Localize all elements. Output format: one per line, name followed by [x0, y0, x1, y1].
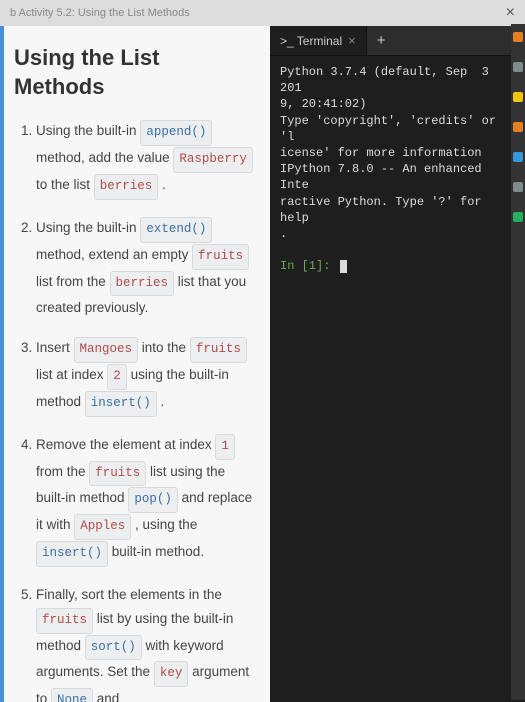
sidebar-icon[interactable] — [513, 212, 523, 222]
tab-close-icon[interactable]: × — [348, 33, 356, 48]
sidebar-icon[interactable] — [513, 182, 523, 192]
sidebar-icon[interactable] — [513, 62, 523, 72]
code-token: insert() — [85, 391, 157, 417]
code-token: append() — [140, 120, 212, 146]
code-token: sort() — [85, 635, 142, 661]
steps-list: Using the built-in append() method, add … — [14, 119, 254, 702]
terminal-tabbar: >_ Terminal × + — [270, 26, 525, 56]
terminal-icon-label: >_ Terminal — [280, 34, 342, 48]
plus-icon: + — [377, 32, 386, 49]
code-token: fruits — [192, 244, 249, 270]
list-item: Remove the element at index 1 from the f… — [36, 433, 254, 567]
main-area: Using the List Methods Using the built-i… — [0, 26, 525, 702]
right-sidebar — [511, 24, 525, 700]
terminal-output[interactable]: Python 3.7.4 (default, Sep 3 201 9, 20:4… — [270, 56, 525, 702]
code-token: 1 — [215, 434, 235, 460]
page-title: Using the List Methods — [14, 44, 254, 101]
terminal-panel: >_ Terminal × + Python 3.7.4 (default, S… — [270, 26, 525, 702]
add-tab-button[interactable]: + — [367, 26, 396, 55]
code-token: extend() — [140, 217, 212, 243]
list-item: Insert Mangoes into the fruits list at i… — [36, 336, 254, 417]
code-token: Apples — [74, 514, 131, 540]
breadcrumb: b Activity 5.2: Using the List Methods × — [0, 0, 525, 26]
breadcrumb-text: b Activity 5.2: Using the List Methods — [10, 7, 190, 19]
list-item: Using the built-in append() method, add … — [36, 119, 254, 200]
tab-terminal[interactable]: >_ Terminal × — [270, 26, 367, 55]
code-token: pop() — [128, 487, 178, 513]
sidebar-icon[interactable] — [513, 32, 523, 42]
close-icon[interactable]: × — [506, 4, 515, 22]
code-token: 2 — [107, 364, 127, 390]
cursor-icon — [340, 260, 347, 273]
sidebar-icon[interactable] — [513, 152, 523, 162]
list-item: Finally, sort the elements in the fruits… — [36, 583, 254, 702]
code-token: berries — [94, 174, 159, 200]
code-token: fruits — [89, 461, 146, 487]
sidebar-icon[interactable] — [513, 92, 523, 102]
code-token: key — [154, 661, 189, 687]
sidebar-icon[interactable] — [513, 122, 523, 132]
code-token: insert() — [36, 541, 108, 567]
code-token: fruits — [190, 337, 247, 363]
code-token: berries — [110, 271, 175, 297]
code-token: fruits — [36, 608, 93, 634]
instructions-panel: Using the List Methods Using the built-i… — [0, 26, 270, 702]
code-token: Raspberry — [173, 147, 253, 173]
list-item: Using the built-in extend() method, exte… — [36, 216, 254, 320]
code-token: Mangoes — [74, 337, 139, 363]
prompt-in: In [1]: — [280, 259, 338, 273]
